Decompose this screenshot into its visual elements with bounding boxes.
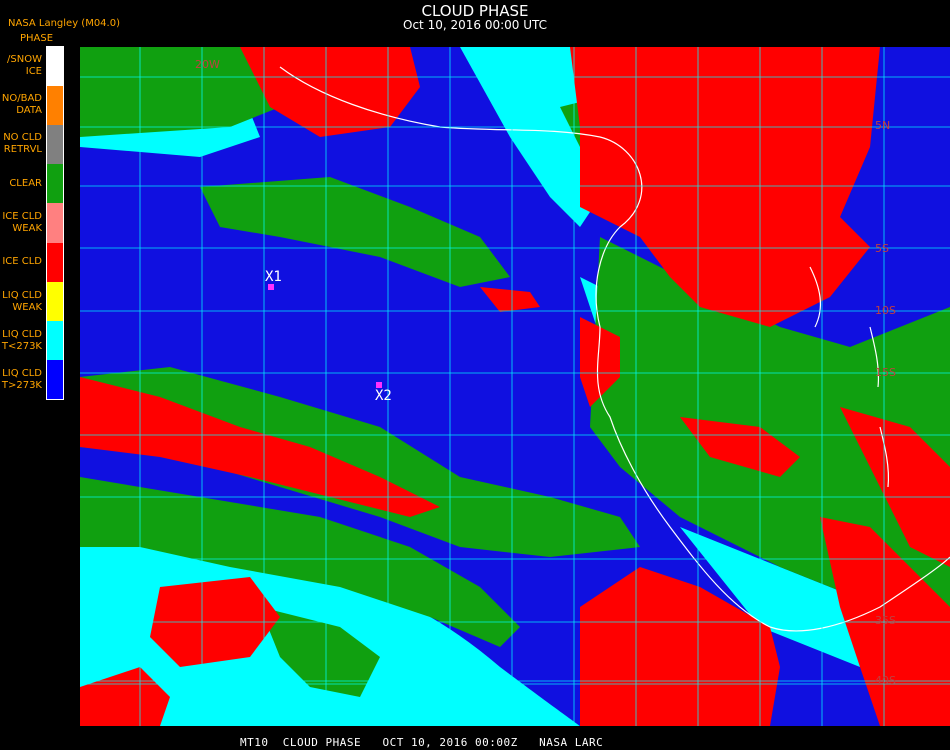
legend-label-line: ICE CLD <box>2 211 42 222</box>
map-canvas <box>80 47 950 726</box>
legend-label-line: T<273K <box>1 341 42 352</box>
legend-heading: PHASE <box>20 33 54 44</box>
legend-label-line: DATA <box>16 105 42 116</box>
legend-label-line: LIQ CLD <box>2 368 42 380</box>
legend-label-line: CLEAR <box>9 177 42 189</box>
legend-swatch <box>47 281 63 321</box>
legend-entry-label: ICE CLD <box>0 256 42 268</box>
timestamp-subtitle: Oct 10, 2016 00:00 UTC <box>403 18 547 32</box>
legend-label-line: SNOW/ <box>7 53 42 65</box>
legend-entry-label: NO CLD RETRVL <box>0 132 42 156</box>
legend-entry-label: LIQ CLD T<273K <box>0 329 42 353</box>
legend-entry-label: SNOW/ICE <box>0 54 42 78</box>
producer-label: NASA Langley (M04.0) <box>8 18 120 29</box>
legend-color-bar <box>46 46 64 400</box>
legend-swatch <box>47 164 63 204</box>
legend-label-line: NO/BAD <box>1 93 42 104</box>
lat-label: 5S <box>875 242 889 255</box>
footer-caption: MT10 CLOUD PHASE OCT 10, 2016 00:00Z NAS… <box>240 736 604 749</box>
legend-label-line: WEAK <box>12 223 42 234</box>
legend-swatch <box>47 125 63 165</box>
legend-label-line: ICE <box>25 65 42 77</box>
lat-label: 5N <box>875 119 891 132</box>
legend-label-line: T>273K <box>1 380 42 392</box>
legend-swatch <box>47 86 63 126</box>
legend-entry-label: ICE CLD WEAK <box>0 211 42 235</box>
legend-entry-label: NO/BAD DATA <box>0 93 42 117</box>
marker-x1-label: X1 <box>265 269 282 285</box>
cloud-phase-map[interactable]: 20W 5N 5S 10S 15S 35S 40S X1 X2 <box>80 47 950 726</box>
lat-label: 35S <box>875 614 896 627</box>
legend-swatch <box>47 359 63 399</box>
legend-swatch <box>47 47 63 87</box>
lat-label: 15S <box>875 366 896 379</box>
legend-label-line: NO CLD <box>3 132 42 144</box>
lat-label: 40S <box>875 674 896 687</box>
legend-entry-label: LIQ CLD WEAK <box>0 290 42 314</box>
legend-swatch <box>47 320 63 360</box>
lat-label: 20W <box>195 58 220 71</box>
marker-x2-label: X2 <box>375 388 392 404</box>
legend-entry-label: LIQ CLD T>273K <box>0 368 42 392</box>
legend-swatch <box>47 242 63 282</box>
lat-label: 10S <box>875 304 896 317</box>
legend-label-line: WEAK <box>12 301 42 313</box>
legend-entry-label: CLEAR <box>0 178 42 190</box>
legend-label-line: LIQ CLD <box>2 289 42 301</box>
legend-label-line: ICE CLD <box>2 256 42 268</box>
legend-swatch <box>47 203 63 243</box>
legend-label-line: LIQ CLD <box>2 329 42 340</box>
legend-label-line: RETRVL <box>3 144 42 156</box>
